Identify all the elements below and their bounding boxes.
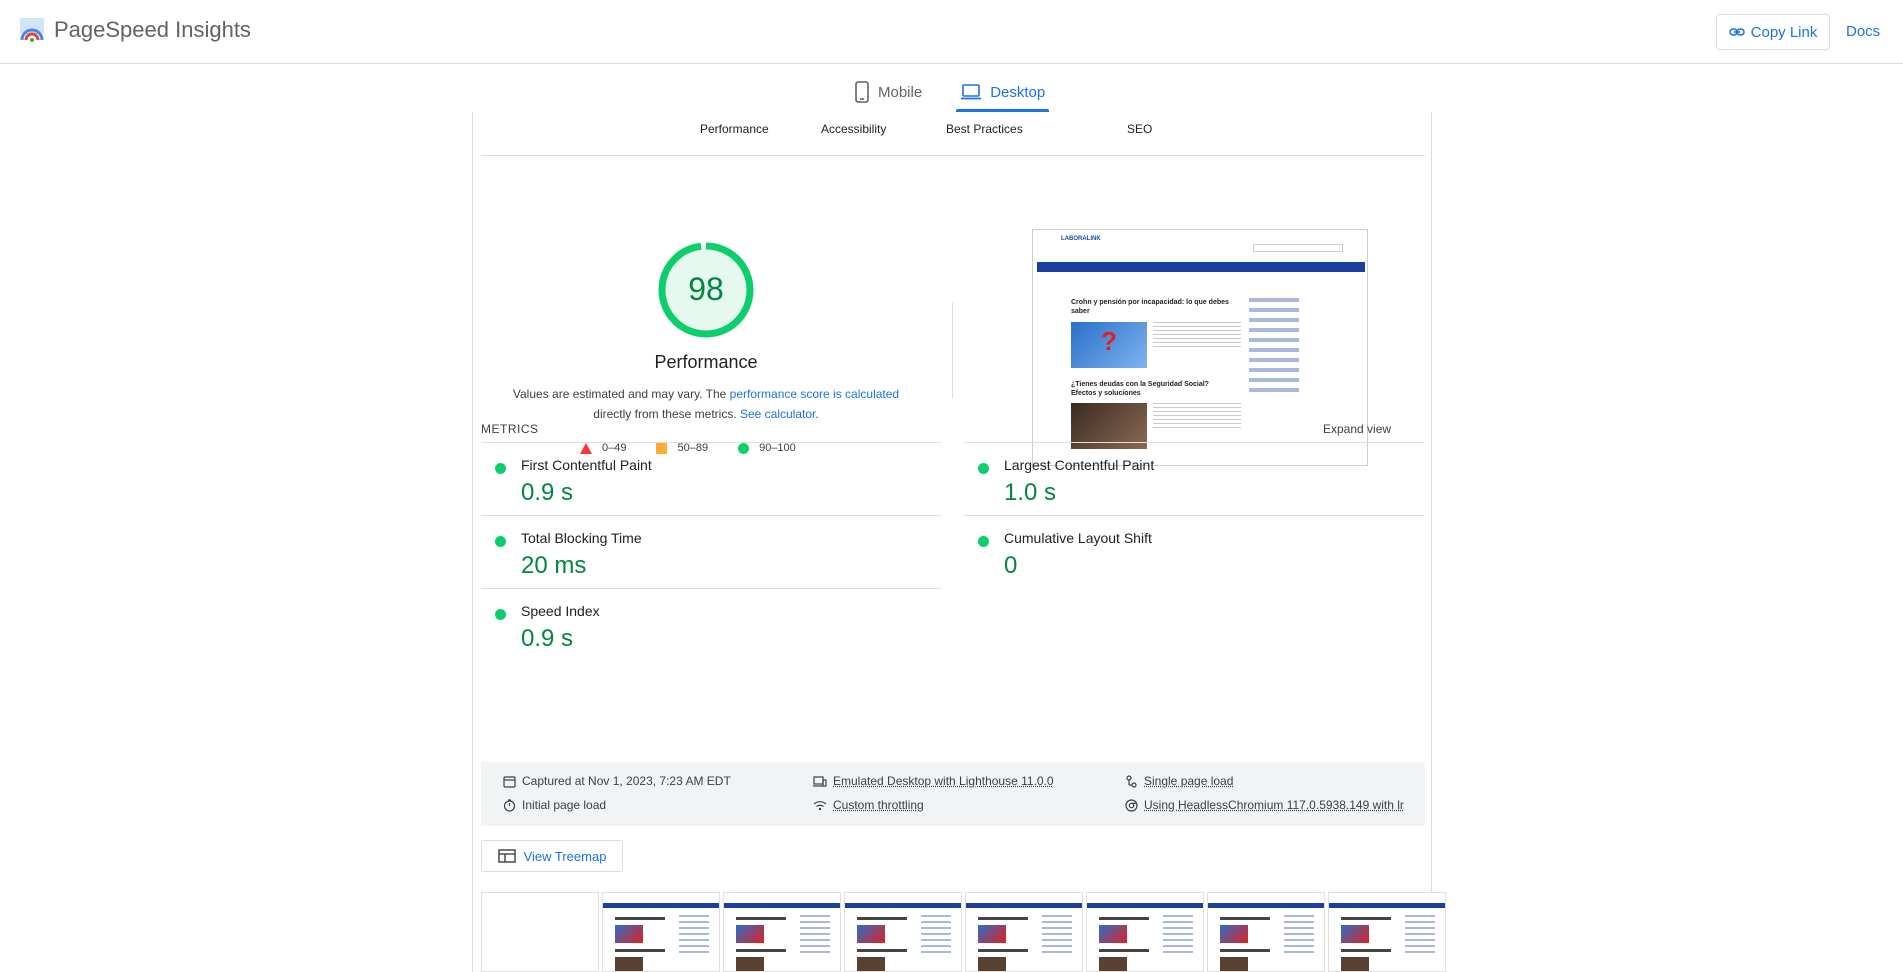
tab-best-practices[interactable]: Best Practices xyxy=(946,122,1023,136)
green-circle-icon xyxy=(978,463,989,474)
green-circle-icon xyxy=(978,536,989,547)
metric-fcp: First Contentful Paint 0.9 s xyxy=(481,442,941,515)
filmstrip-frame xyxy=(1086,892,1204,972)
runtime-browser[interactable]: Using HeadlessChromium 117.0.5938.149 wi… xyxy=(1125,798,1404,812)
link-icon xyxy=(1728,28,1745,36)
runtime-throttling[interactable]: Custom throttling xyxy=(813,798,924,812)
metric-name: Largest Contentful Paint xyxy=(1004,457,1155,473)
green-circle-icon xyxy=(495,536,506,547)
runtime-browser-label: Using HeadlessChromium 117.0.5938.149 wi… xyxy=(1144,798,1404,812)
metric-value: 20 ms xyxy=(521,552,587,579)
metric-cls: Cumulative Layout Shift 0 xyxy=(964,515,1424,588)
runtime-single-page[interactable]: Single page load xyxy=(1125,774,1233,788)
brand[interactable]: PageSpeed Insights xyxy=(18,16,251,44)
runtime-emulated[interactable]: Emulated Desktop with Lighthouse 11.0.0 xyxy=(813,774,1054,788)
desc-text-1: Values are estimated and may vary. The xyxy=(512,387,730,401)
view-treemap-button[interactable]: View Treemap xyxy=(481,840,623,872)
view-treemap-label: View Treemap xyxy=(523,848,607,864)
divider xyxy=(952,302,953,398)
category-tabs: Performance Accessibility Best Practices… xyxy=(481,112,1425,156)
question-mark-icon: ? xyxy=(1101,326,1117,356)
timer-icon xyxy=(503,798,516,812)
tab-seo[interactable]: SEO xyxy=(1127,122,1152,136)
metric-value: 1.0 s xyxy=(1004,479,1057,506)
score-description: Values are estimated and may vary. The p… xyxy=(493,384,919,424)
copy-link-label: Copy Link xyxy=(1750,23,1818,41)
screenshot-post2-title: ¿Tienes deudas con la Seguridad Social? … xyxy=(1071,381,1209,397)
metric-name: Cumulative Layout Shift xyxy=(1004,530,1152,546)
calendar-icon xyxy=(503,775,516,788)
filmstrip-frame xyxy=(1207,892,1325,972)
tab-mobile-label: Mobile xyxy=(878,83,923,101)
metric-tbt: Total Blocking Time 20 ms xyxy=(481,515,941,588)
metric-name: First Contentful Paint xyxy=(521,457,652,473)
nodes-icon xyxy=(1126,774,1137,788)
desc-text-3: . xyxy=(815,407,819,421)
metric-name: Speed Index xyxy=(521,603,600,619)
tab-desktop[interactable]: Desktop xyxy=(956,72,1050,112)
device-tabs: Mobile Desktop xyxy=(850,72,1050,112)
runtime-emulated-label: Emulated Desktop with Lighthouse 11.0.0 xyxy=(833,774,1054,788)
devices-icon xyxy=(813,775,827,787)
phone-icon xyxy=(855,81,869,103)
filmstrip-frame xyxy=(723,892,841,972)
desc-text-2: directly from these metrics. xyxy=(593,407,740,421)
runtime-captured: Captured at Nov 1, 2023, 7:23 AM EDT xyxy=(503,774,731,788)
performance-score-gauge: 98 xyxy=(658,242,754,338)
runtime-initial-load-label: Initial page load xyxy=(522,798,607,812)
report-panel: Performance Accessibility Best Practices… xyxy=(472,112,1446,972)
expand-view-button[interactable]: Expand view xyxy=(1323,422,1391,436)
top-bar: PageSpeed Insights Copy Link Docs xyxy=(0,0,1903,64)
metric-value: 0.9 s xyxy=(521,479,574,506)
screenshot-logo: LABORALINK xyxy=(1061,236,1101,242)
app-name: PageSpeed Insights xyxy=(54,17,251,42)
score-calculated-link[interactable]: performance score is calculated xyxy=(730,387,899,401)
filmstrip-frame xyxy=(844,892,962,972)
metric-lcp: Largest Contentful Paint 1.0 s xyxy=(964,442,1424,515)
screenshot-sidebar xyxy=(1249,298,1333,458)
screenshot-search xyxy=(1253,244,1343,252)
green-circle-icon xyxy=(495,463,506,474)
filmstrip-frame xyxy=(965,892,1083,972)
metric-speed-index: Speed Index 0.9 s xyxy=(481,588,941,661)
tab-desktop-label: Desktop xyxy=(990,83,1046,101)
chrome-icon xyxy=(1125,798,1138,812)
tab-performance[interactable]: Performance xyxy=(700,122,769,136)
screenshot-post1-text xyxy=(1153,322,1241,348)
metrics-heading: METRICS xyxy=(481,422,539,436)
pagespeed-logo-icon xyxy=(20,18,44,42)
screenshot-post1-title: Crohn y pensión por incapacidad: lo que … xyxy=(1071,299,1229,315)
runtime-captured-label: Captured at Nov 1, 2023, 7:23 AM EDT xyxy=(522,774,731,788)
screenshot-nav xyxy=(1037,262,1365,272)
wifi-icon xyxy=(813,801,827,811)
score-title: Performance xyxy=(654,352,758,372)
runtime-single-page-label: Single page load xyxy=(1144,774,1234,788)
metric-value: 0.9 s xyxy=(521,625,574,652)
filmstrip xyxy=(481,892,1446,972)
green-circle-icon xyxy=(495,609,506,620)
screenshot-post2-text xyxy=(1153,403,1241,429)
treemap-icon xyxy=(497,849,516,863)
metric-value: 0 xyxy=(1004,552,1018,579)
metric-name: Total Blocking Time xyxy=(521,530,642,546)
filmstrip-frame xyxy=(602,892,720,972)
runtime-throttling-label: Custom throttling xyxy=(833,798,924,812)
tab-accessibility[interactable]: Accessibility xyxy=(821,122,886,136)
docs-link[interactable]: Docs xyxy=(1846,23,1880,40)
runtime-initial-load: Initial page load xyxy=(503,798,606,812)
see-calculator-link[interactable]: See calculator xyxy=(740,407,815,421)
tab-mobile[interactable]: Mobile xyxy=(850,72,926,112)
filmstrip-frame xyxy=(1328,892,1446,972)
filmstrip-frame-blank xyxy=(481,892,599,972)
runtime-settings: Captured at Nov 1, 2023, 7:23 AM EDT Ini… xyxy=(481,762,1425,826)
final-screenshot[interactable]: LABORALINK Crohn y pensión por incapacid… xyxy=(1032,229,1368,466)
copy-link-button[interactable]: Copy Link xyxy=(1716,14,1830,50)
score-value: 98 xyxy=(688,271,724,307)
laptop-icon xyxy=(961,84,982,100)
